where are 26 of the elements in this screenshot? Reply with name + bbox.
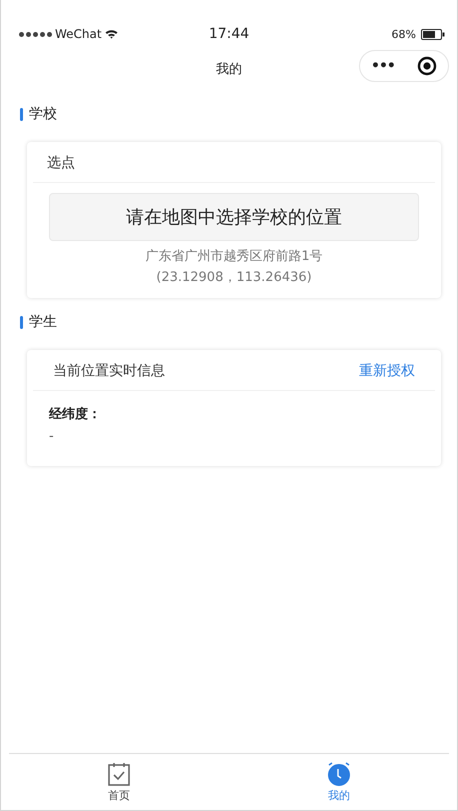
more-icon[interactable]: ••• bbox=[371, 58, 395, 74]
status-time: 17:44 bbox=[208, 26, 250, 42]
card-title: 当前位置实时信息 bbox=[53, 362, 165, 380]
tab-item[interactable]: 我的 bbox=[229, 754, 449, 810]
page-title: 我的 bbox=[216, 61, 242, 78]
coordinates-text: (23.12908，113.26436) bbox=[156, 270, 312, 286]
signal-icon bbox=[19, 32, 52, 36]
address-text: 广东省广州市越秀区府前路1号 bbox=[145, 249, 323, 265]
card-title: 选点 bbox=[33, 142, 435, 183]
clipboard-icon bbox=[108, 762, 130, 786]
wifi-icon bbox=[104, 29, 118, 39]
reauthorize-link[interactable]: 重新授权 bbox=[359, 362, 415, 380]
field-label: 经纬度： bbox=[49, 406, 102, 423]
carrier-name: WeChat bbox=[55, 27, 102, 41]
battery-percent: 68% bbox=[392, 28, 416, 40]
tab-item[interactable]: 首页 bbox=[9, 754, 229, 810]
field-value: - bbox=[49, 429, 55, 444]
record-icon[interactable] bbox=[416, 56, 437, 76]
section-marker bbox=[20, 316, 23, 328]
battery-icon bbox=[421, 28, 445, 40]
section-heading: 学校 bbox=[29, 105, 57, 123]
clock-icon bbox=[327, 762, 351, 786]
capsule-menu[interactable]: ••• bbox=[359, 50, 449, 82]
section-marker bbox=[20, 108, 23, 120]
section-heading: 学生 bbox=[29, 313, 57, 331]
map-select-button[interactable]: 请在地图中选择学校的位置 bbox=[49, 193, 419, 241]
